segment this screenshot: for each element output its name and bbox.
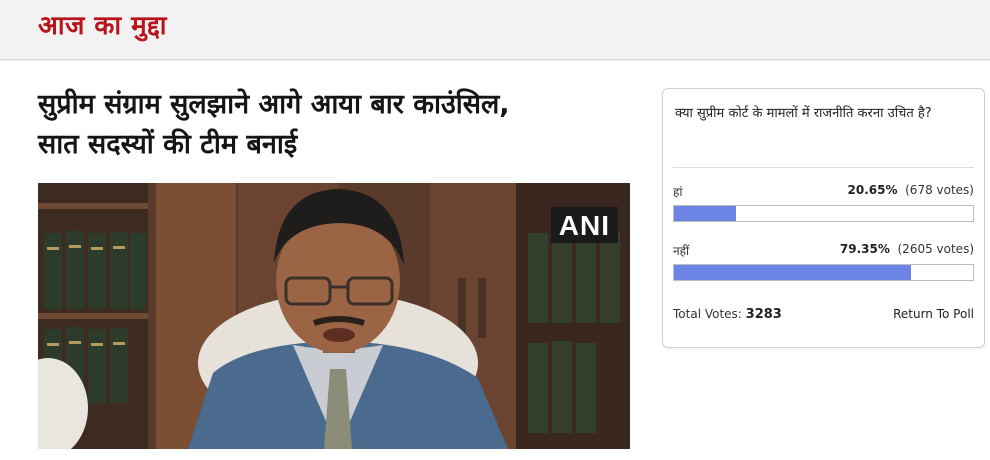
option-percent: 79.35% xyxy=(839,242,890,256)
total-votes-value: 3283 xyxy=(745,307,782,322)
photo-illustration xyxy=(38,183,630,449)
option-votes: (678 votes) xyxy=(905,183,974,197)
option-label: नहीं xyxy=(673,244,690,258)
option-stats: 20.65% (678 votes) xyxy=(848,183,975,197)
total-votes-label: Total Votes: xyxy=(673,307,742,321)
option-label: हां xyxy=(673,185,683,199)
headline-line-1[interactable]: सुप्रीम संग्राम सुलझाने आगे आया बार काउं… xyxy=(38,89,510,120)
poll-widget: क्या सुप्रीम कोर्ट के मामलों में राजनीति… xyxy=(662,88,985,348)
option-result-bar xyxy=(673,205,974,222)
option-stats: 79.35% (2605 votes) xyxy=(840,242,974,256)
article-headline[interactable]: सुप्रीम संग्राम सुलझाने आगे आया बार काउं… xyxy=(38,85,638,165)
poll-divider xyxy=(673,167,974,168)
option-result-bar xyxy=(673,264,974,281)
headline-line-2[interactable]: सात सदस्यों की टीम बनाई xyxy=(38,129,297,160)
poll-question: क्या सुप्रीम कोर्ट के मामलों में राजनीति… xyxy=(675,106,932,121)
ani-watermark: ANI xyxy=(550,207,618,243)
option-votes: (2605 votes) xyxy=(897,242,975,256)
content-area: सुप्रीम संग्राम सुलझाने आगे आया बार काउं… xyxy=(0,61,990,460)
option-result-fill xyxy=(674,265,912,280)
return-to-poll-link[interactable]: Return To Poll xyxy=(893,307,974,321)
section-header: आज का मुद्दा xyxy=(0,0,990,60)
section-title[interactable]: आज का मुद्दा xyxy=(38,6,167,42)
poll-option-yes: हां 20.65% (678 votes) xyxy=(673,183,974,227)
total-votes: Total Votes: 3283 xyxy=(673,307,782,322)
option-result-fill xyxy=(674,206,736,221)
option-percent: 20.65% xyxy=(847,183,898,197)
article-photo[interactable]: ANI xyxy=(38,183,630,449)
poll-option-no: नहीं 79.35% (2605 votes) xyxy=(673,242,974,286)
